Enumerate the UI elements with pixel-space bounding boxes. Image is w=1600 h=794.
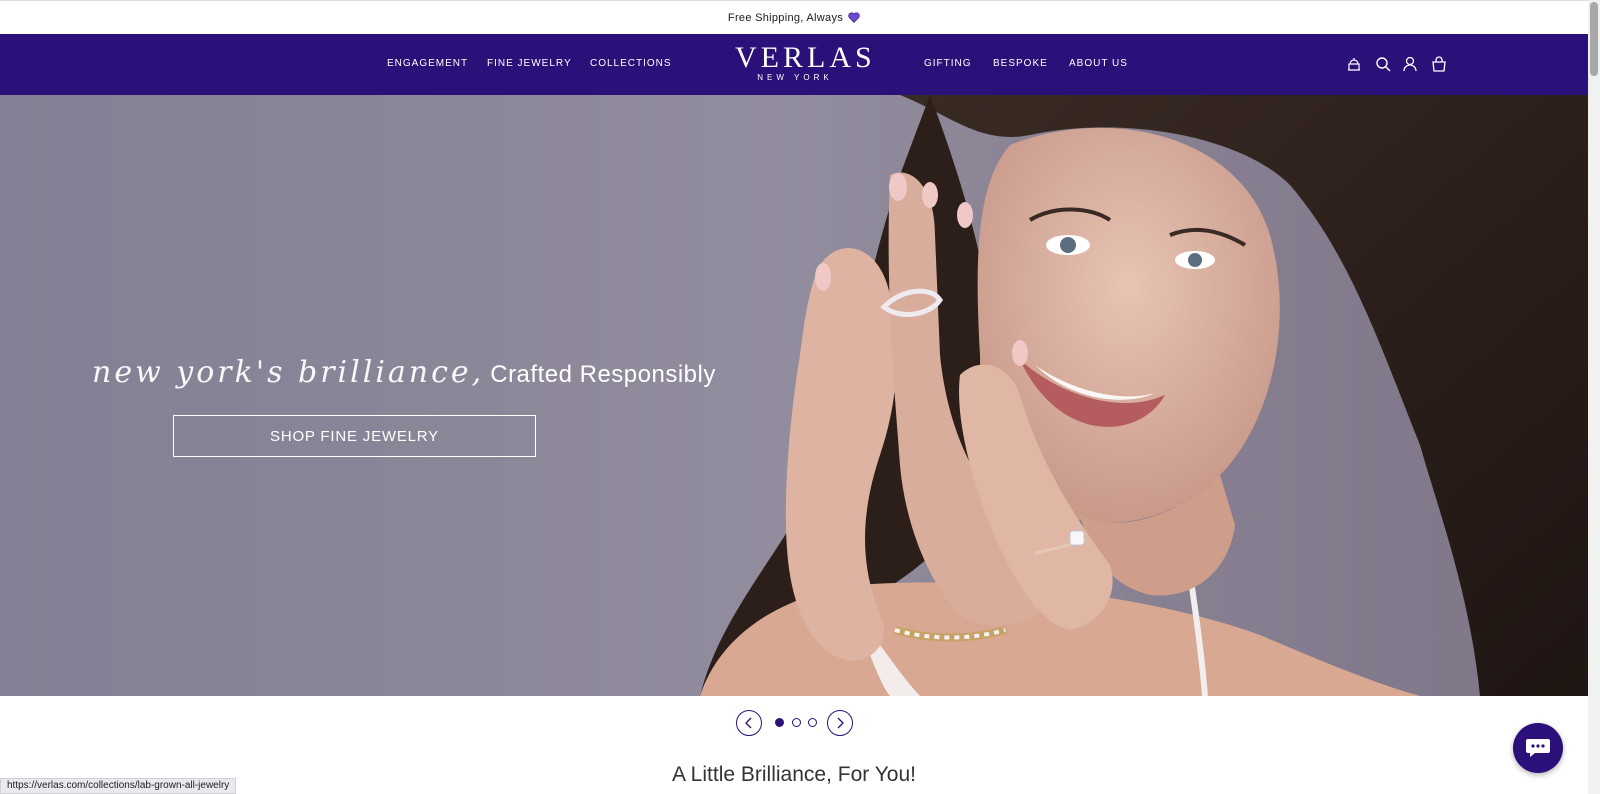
nav-collections[interactable]: COLLECTIONS <box>590 58 672 69</box>
chat-icon <box>1526 739 1550 757</box>
hero-script-text: new york's brilliance, <box>92 355 485 390</box>
section-title: A Little Brilliance, For You! <box>672 763 916 786</box>
shop-fine-jewelry-button[interactable]: SHOP FINE JEWELRY <box>173 415 536 457</box>
carousel-dot-1[interactable] <box>775 718 784 727</box>
chevron-left-icon <box>745 717 752 729</box>
nav-bespoke[interactable]: BESPOKE <box>993 58 1048 69</box>
verlas-logo[interactable]: VERLAS NEW YORK <box>735 41 876 84</box>
carousel-dot-3[interactable] <box>808 718 817 727</box>
page-scrollbar[interactable] <box>1588 0 1600 794</box>
carousel-dot-2[interactable] <box>792 718 801 727</box>
heart-icon <box>848 12 860 23</box>
carousel-prev-button[interactable] <box>736 710 762 736</box>
nav-engagement[interactable]: ENGAGEMENT <box>387 58 468 69</box>
page: Free Shipping, Always ENGAGEMENT FINE JE… <box>0 0 1600 794</box>
search-icon[interactable] <box>1374 55 1392 73</box>
chat-button[interactable] <box>1513 723 1563 773</box>
hero-banner[interactable]: new york's brilliance, Crafted Responsib… <box>0 95 1588 696</box>
hero-tagline: new york's brilliance, Crafted Responsib… <box>92 355 716 390</box>
announcement-text: Free Shipping, Always <box>727 11 844 24</box>
announcement-bar: Free Shipping, Always <box>0 0 1588 34</box>
logo-subtitle: NEW YORK <box>757 73 833 82</box>
chevron-right-icon <box>837 717 844 729</box>
main-nav: ENGAGEMENT FINE JEWELRY COLLECTIONS VERL… <box>0 34 1588 95</box>
carousel-controls <box>736 710 856 736</box>
scrollbar-thumb[interactable] <box>1590 2 1598 76</box>
hero-photo <box>700 95 1588 696</box>
account-icon[interactable] <box>1401 55 1419 73</box>
logo-wordmark: VERLAS <box>735 41 876 74</box>
carousel-next-button[interactable] <box>827 710 853 736</box>
nav-gifting[interactable]: GIFTING <box>924 58 972 69</box>
status-url: https://verlas.com/collections/lab-grown… <box>0 778 237 794</box>
hero-plain-text: Crafted Responsibly <box>490 361 716 388</box>
nav-about-us[interactable]: ABOUT US <box>1069 58 1128 69</box>
store-icon[interactable] <box>1345 55 1363 73</box>
bag-icon[interactable] <box>1430 55 1448 73</box>
nav-fine-jewelry[interactable]: FINE JEWELRY <box>487 58 572 69</box>
